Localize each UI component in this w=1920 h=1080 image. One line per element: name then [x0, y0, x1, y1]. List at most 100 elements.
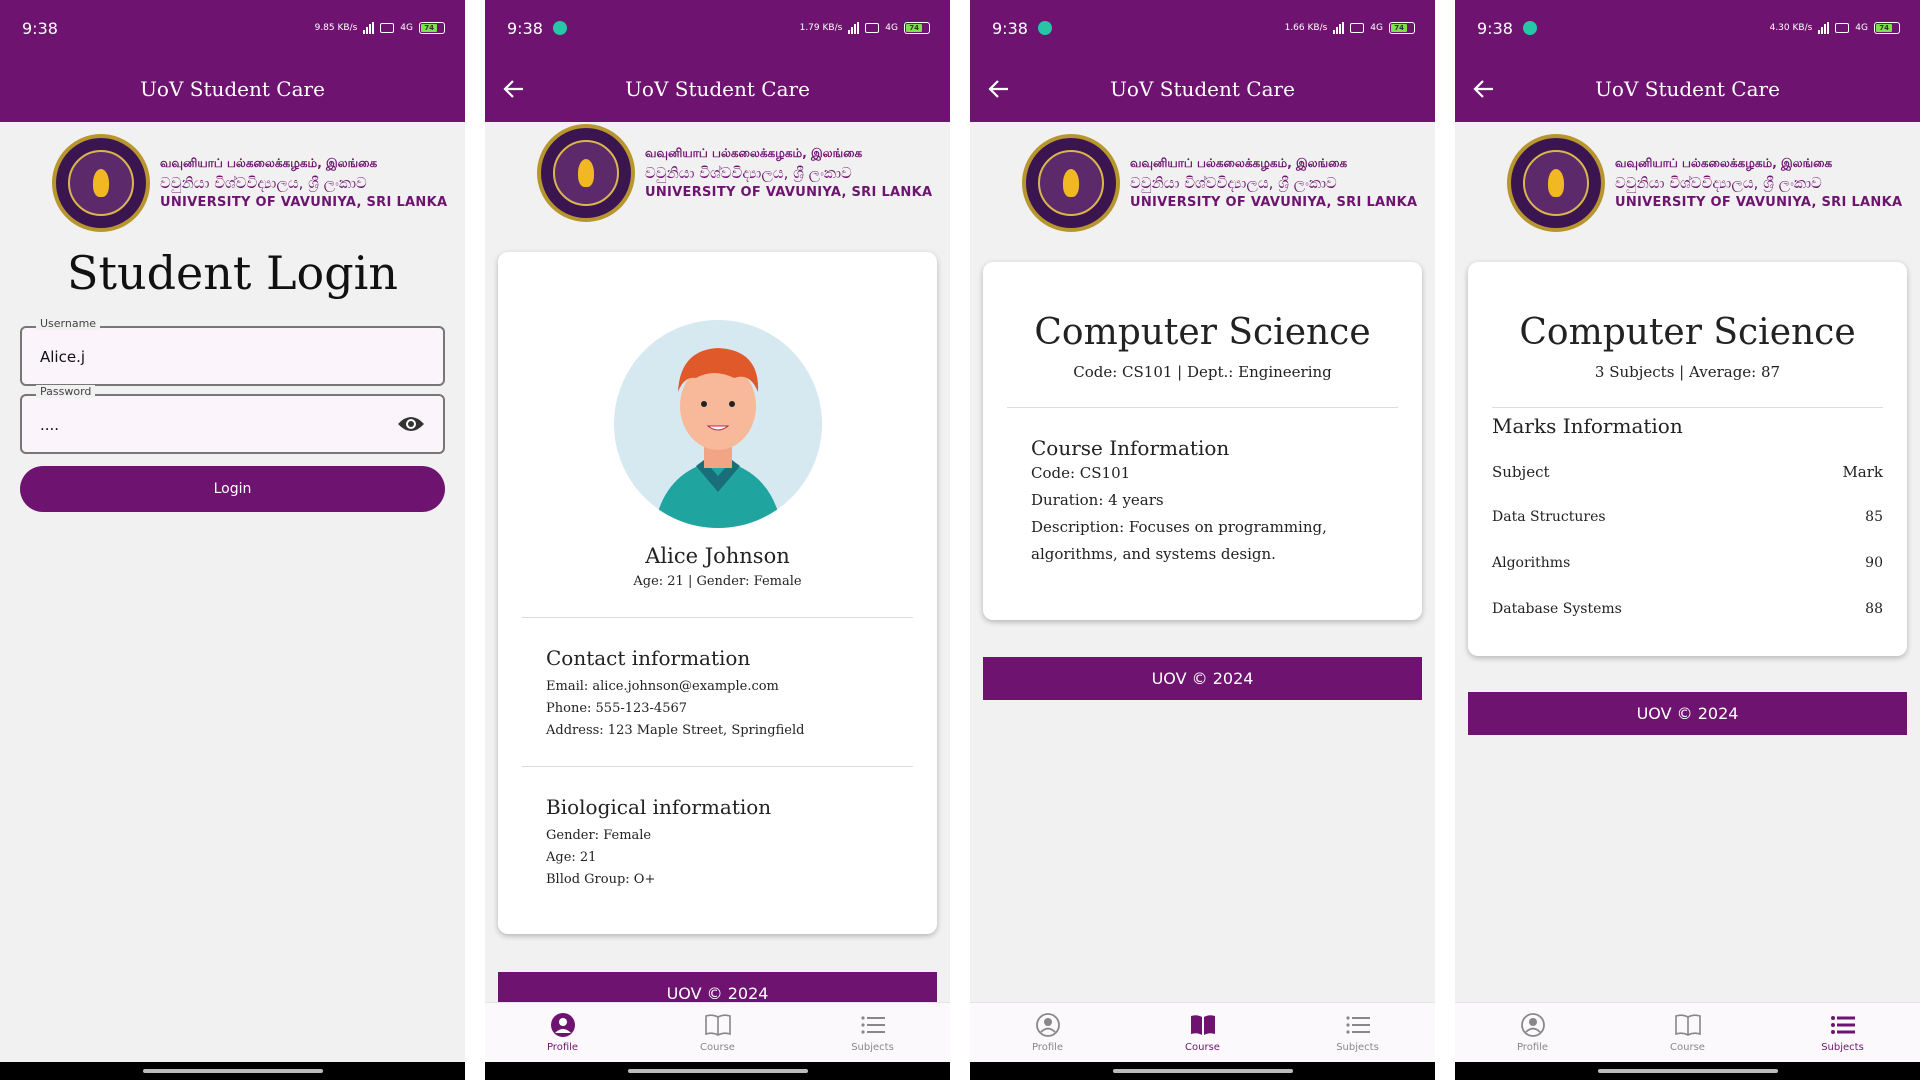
- nav-course[interactable]: Course: [1628, 1012, 1748, 1053]
- marks-table-header: Subject Mark: [1492, 450, 1883, 494]
- table-row: Algorithms 90: [1492, 555, 1883, 571]
- status-bar: 9:38 4.30 KB/s 4G 74: [1455, 0, 1920, 56]
- marks-heading: Marks Information: [1492, 414, 1683, 438]
- back-arrow-icon[interactable]: [986, 76, 1012, 102]
- app-title: UoV Student Care: [625, 77, 810, 101]
- network-type: 4G: [400, 23, 413, 33]
- battery-icon: 74: [419, 22, 445, 34]
- signal-icon: [1818, 22, 1830, 34]
- university-name-english: UNIVERSITY OF VAVUNIYA, SRI LANKA: [1130, 195, 1418, 210]
- nav-subjects[interactable]: Subjects: [1783, 1012, 1903, 1053]
- app-title: UoV Student Care: [140, 77, 325, 101]
- footer: UOV © 2024: [1468, 692, 1907, 735]
- volte-icon: [1835, 23, 1850, 33]
- network-speed: 1.79 KB/s: [799, 23, 843, 33]
- biological-heading: Biological information: [546, 795, 772, 819]
- column-subject: Subject: [1492, 463, 1550, 481]
- network-type: 4G: [885, 23, 898, 33]
- app-bar: UoV Student Care: [0, 56, 465, 122]
- login-screen: 9:38 9.85 KB/s 4G 74 UoV Student Care வவ…: [0, 0, 465, 1080]
- status-bar: 9:38 1.66 KB/s 4G 74: [970, 0, 1435, 56]
- biological-section: Biological information Gender: Female Ag…: [498, 795, 937, 891]
- column-mark: Mark: [1842, 463, 1883, 481]
- nav-profile[interactable]: Profile: [988, 1012, 1108, 1053]
- network-speed: 1.66 KB/s: [1284, 23, 1328, 33]
- marks-card: Computer Science 3 Subjects | Average: 8…: [1468, 262, 1907, 656]
- contact-email: Email: alice.johnson@example.com: [546, 679, 779, 694]
- university-name-tamil: வவுனியாப் பல்கலைக்கழகம், இலங்கை: [645, 146, 863, 160]
- password-value: ....: [40, 416, 60, 434]
- app-title: UoV Student Care: [1595, 77, 1780, 101]
- list-icon: [860, 1016, 885, 1034]
- university-header: வவுனியாப் பல்கலைக்கழகம், இலங்கை වවුනියා …: [1455, 122, 1920, 232]
- bottom-nav: Profile Course Subjects: [1455, 1002, 1920, 1062]
- course-description: Description: Focuses on programming,: [1031, 518, 1327, 536]
- screens-row: 9:38 9.85 KB/s 4G 74 UoV Student Care வவ…: [0, 0, 1920, 1080]
- password-field[interactable]: Password ....: [20, 385, 445, 454]
- status-time: 9:38: [22, 18, 58, 38]
- eye-icon[interactable]: [397, 414, 425, 434]
- university-seal-icon: [1507, 134, 1605, 232]
- login-button[interactable]: Login: [20, 466, 445, 512]
- app-bar: UoV Student Care: [485, 56, 950, 122]
- profile-card: Alice Johnson Age: 21 | Gender: Female C…: [498, 252, 937, 934]
- battery-icon: 74: [1874, 22, 1900, 34]
- university-header: வவுனியாப் பல்கலைக்கழகம், இலங்கை වවුනියා …: [485, 122, 950, 222]
- profile-icon: [1520, 1013, 1545, 1037]
- university-name-tamil: வவுனியாப் பல்கலைக்கழகம், இலங்கை: [1615, 156, 1833, 170]
- university-name-english: UNIVERSITY OF VAVUNIYA, SRI LANKA: [160, 195, 448, 210]
- bottom-nav: Profile Course Subjects: [970, 1002, 1435, 1062]
- university-seal-icon: [1022, 134, 1120, 232]
- home-indicator: [970, 1062, 1435, 1080]
- university-header: வவுனியாப் பல்கலைக்கழகம், இலங்கை වවුනියා …: [970, 122, 1435, 232]
- network-type: 4G: [1855, 23, 1868, 33]
- back-arrow-icon[interactable]: [1471, 76, 1497, 102]
- bio-blood-group: Bllod Group: O+: [546, 872, 656, 887]
- battery-icon: 74: [904, 22, 930, 34]
- divider: [522, 766, 913, 767]
- course-card: Computer Science Code: CS101 | Dept.: En…: [983, 262, 1422, 620]
- app-bar: UoV Student Care: [970, 56, 1435, 122]
- home-indicator: [485, 1062, 950, 1080]
- whatsapp-icon: [552, 21, 567, 35]
- username-field[interactable]: Username Alice.j: [20, 317, 445, 386]
- divider: [522, 617, 913, 618]
- nav-profile[interactable]: Profile: [1473, 1012, 1593, 1053]
- whatsapp-icon: [1522, 21, 1537, 35]
- footer: UOV © 2024: [983, 657, 1422, 700]
- book-icon: [1190, 1015, 1215, 1035]
- home-indicator: [1455, 1062, 1920, 1080]
- status-time: 9:38: [992, 18, 1028, 38]
- signal-icon: [363, 22, 375, 34]
- nav-course[interactable]: Course: [658, 1012, 778, 1053]
- nav-subjects[interactable]: Subjects: [813, 1012, 933, 1053]
- university-name-tamil: வவுனியாப் பல்கலைக்கழகம், இலங்கை: [160, 156, 378, 170]
- profile-screen: 9:38 1.79 KB/s 4G 74 UoV Student Care வவ…: [485, 0, 950, 1080]
- status-time: 9:38: [507, 18, 543, 38]
- app-title: UoV Student Care: [1110, 77, 1295, 101]
- course-info-section: Course Information Code: CS101 Duration:…: [983, 408, 1422, 568]
- bio-gender: Gender: Female: [546, 828, 652, 843]
- student-summary: Age: 21 | Gender: Female: [633, 574, 802, 589]
- university-name-sinhala: වවුනියා විශ්වවිද්‍යාලය, ශ්‍රී ලංකාව: [1130, 174, 1337, 192]
- course-info-heading: Course Information: [1031, 436, 1230, 460]
- password-label: Password: [36, 385, 96, 398]
- bio-age: Age: 21: [546, 850, 597, 865]
- university-name-tamil: வவுனியாப் பல்கலைக்கழகம், இலங்கை: [1130, 156, 1348, 170]
- list-icon: [1345, 1016, 1370, 1034]
- username-label: Username: [36, 317, 101, 330]
- profile-icon: [550, 1013, 575, 1037]
- network-speed: 4.30 KB/s: [1769, 23, 1813, 33]
- nav-subjects[interactable]: Subjects: [1298, 1012, 1418, 1053]
- subjects-summary: 3 Subjects | Average: 87: [1594, 363, 1781, 381]
- course-subtitle: Code: CS101 | Dept.: Engineering: [1073, 363, 1332, 381]
- contact-heading: Contact information: [546, 646, 751, 670]
- course-screen: 9:38 1.66 KB/s 4G 74 UoV Student Care வவ…: [970, 0, 1435, 1080]
- nav-course[interactable]: Course: [1143, 1012, 1263, 1053]
- university-name-english: UNIVERSITY OF VAVUNIYA, SRI LANKA: [645, 185, 933, 200]
- course-description-cont: algorithms, and systems design.: [1031, 545, 1276, 563]
- contact-section: Contact information Email: alice.johnson…: [498, 646, 937, 742]
- back-arrow-icon[interactable]: [501, 76, 527, 102]
- nav-profile[interactable]: Profile: [503, 1012, 623, 1053]
- battery-icon: 74: [1389, 22, 1415, 34]
